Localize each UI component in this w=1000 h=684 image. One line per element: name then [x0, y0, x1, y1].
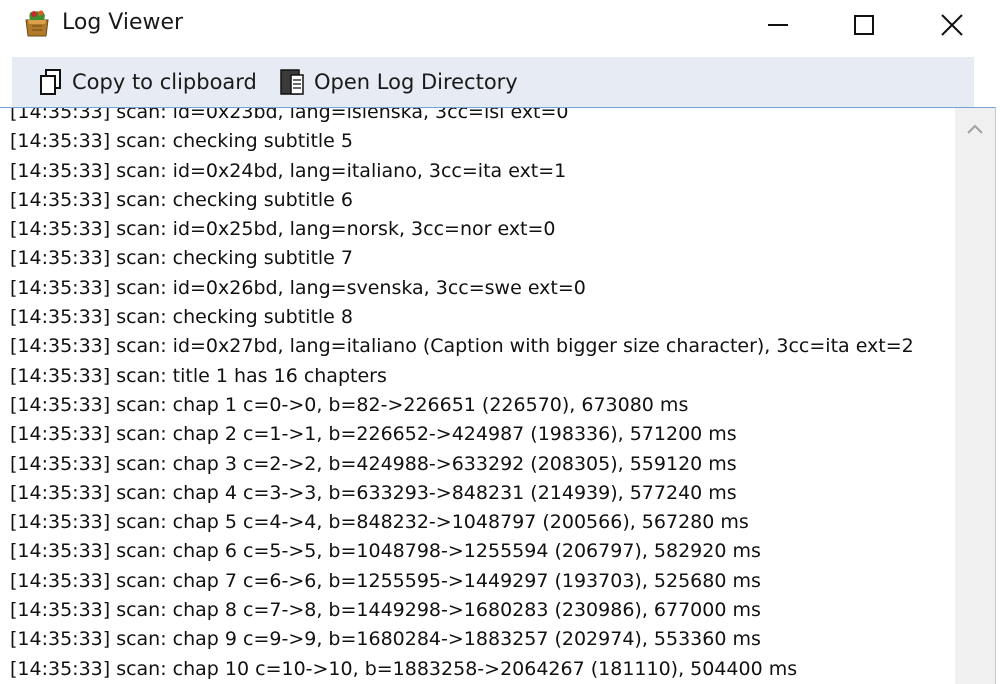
- log-line: [14:35:33] scan: id=0x23bd, lang=islensk…: [10, 107, 569, 123]
- copy-icon: [40, 69, 61, 95]
- maximize-button[interactable]: [834, 4, 894, 46]
- log-line: [14:35:33] scan: chap 5 c=4->4, b=848232…: [10, 511, 749, 534]
- copy-to-clipboard-label: Copy to clipboard: [72, 70, 257, 94]
- minimize-button[interactable]: [748, 4, 808, 46]
- log-line: [14:35:33] scan: chap 6 c=5->5, b=104879…: [10, 540, 761, 563]
- log-line: [14:35:33] scan: title 1 has 16 chapters: [10, 364, 387, 387]
- toolbar: Copy to clipboard Open Log Directory: [12, 57, 974, 107]
- maximize-icon: [854, 15, 874, 35]
- log-line: [14:35:33] scan: checking subtitle 8: [10, 306, 353, 329]
- folder-document-icon: [280, 69, 304, 95]
- log-line: [14:35:33] scan: id=0x27bd, lang=italian…: [10, 335, 914, 358]
- open-log-directory-button[interactable]: Open Log Directory: [278, 57, 518, 107]
- app-log-icon: [22, 6, 52, 38]
- close-button[interactable]: [922, 4, 982, 46]
- title-bar: Log Viewer: [0, 0, 1000, 56]
- log-line: [14:35:33] scan: id=0x24bd, lang=italian…: [10, 159, 567, 182]
- copy-to-clipboard-button[interactable]: Copy to clipboard: [38, 57, 257, 107]
- scroll-up-arrow-icon[interactable]: [967, 120, 983, 134]
- log-line: [14:35:33] scan: checking subtitle 6: [10, 188, 353, 211]
- log-line: [14:35:33] scan: id=0x25bd, lang=norsk, …: [10, 218, 556, 241]
- log-line: [14:35:33] scan: checking subtitle 5: [10, 130, 353, 153]
- log-line: [14:35:33] scan: chap 4 c=3->3, b=633293…: [10, 481, 737, 504]
- vertical-scrollbar[interactable]: [955, 108, 995, 684]
- log-line: [14:35:33] scan: chap 10 c=10->10, b=188…: [10, 657, 798, 680]
- log-line: [14:35:33] scan: chap 7 c=6->6, b=125559…: [10, 569, 761, 592]
- log-line: [14:35:33] scan: chap 2 c=1->1, b=226652…: [10, 423, 737, 446]
- close-icon: [941, 14, 963, 36]
- window-title: Log Viewer: [62, 10, 184, 35]
- log-lines: [14:35:33] scan: id=0x23bd, lang=islensk…: [10, 107, 953, 684]
- log-line: [14:35:33] scan: chap 1 c=0->0, b=82->22…: [10, 393, 689, 416]
- minimize-icon: [768, 24, 788, 26]
- log-line: [14:35:33] scan: chap 3 c=2->2, b=424988…: [10, 452, 737, 475]
- log-line: [14:35:33] scan: chap 8 c=7->8, b=144929…: [10, 599, 761, 622]
- log-line: [14:35:33] scan: id=0x26bd, lang=svenska…: [10, 276, 586, 299]
- log-text-area[interactable]: [14:35:33] scan: id=0x23bd, lang=islensk…: [0, 107, 996, 684]
- log-line: [14:35:33] scan: chap 9 c=9->9, b=168028…: [10, 628, 761, 651]
- log-line: [14:35:33] scan: checking subtitle 7: [10, 247, 353, 270]
- open-log-directory-label: Open Log Directory: [314, 70, 518, 94]
